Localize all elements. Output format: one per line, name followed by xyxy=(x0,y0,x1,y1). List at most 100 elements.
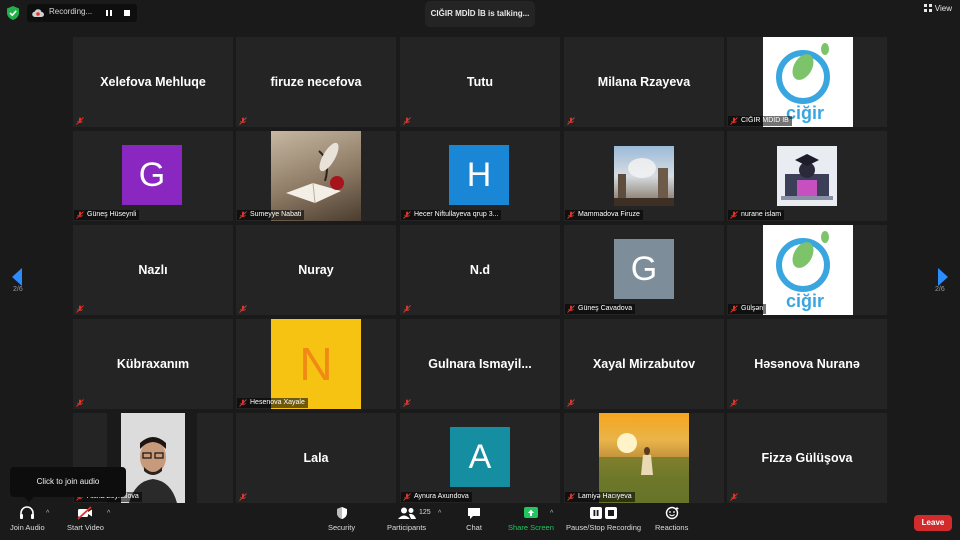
participant-tile[interactable]: A Aynura Axundova xyxy=(400,413,560,503)
muted-mic-icon xyxy=(567,399,575,407)
participants-options-chevron-icon[interactable]: ^ xyxy=(438,510,441,517)
pause-stop-recording-label: Pause/Stop Recording xyxy=(566,523,642,532)
cloud-recording-icon xyxy=(32,9,44,18)
muted-mic-icon xyxy=(76,399,84,407)
participant-name: Nazlı xyxy=(138,263,168,277)
avatar: A xyxy=(450,427,510,487)
participant-label: Gülşən xyxy=(728,304,767,314)
video-options-chevron-icon[interactable]: ^ xyxy=(107,510,110,517)
participant-grid: Xelefova Mehluqe firuze necefova Tutu Mi… xyxy=(73,37,887,503)
participant-tile[interactable]: G Güneş Hüseynli xyxy=(73,131,233,221)
share-options-chevron-icon[interactable]: ^ xyxy=(550,510,553,517)
sunset-field-image xyxy=(599,433,689,503)
muted-mic-icon xyxy=(730,211,738,219)
participant-name: Milana Rzayeva xyxy=(597,75,691,89)
participant-name: Tutu xyxy=(466,75,494,89)
join-audio-tooltip: Click to join audio xyxy=(10,467,126,502)
recording-indicator: Recording... xyxy=(27,4,137,22)
participant-tile[interactable]: Milana Rzayeva xyxy=(564,37,724,127)
view-button[interactable]: View xyxy=(923,4,952,13)
muted-mic-icon xyxy=(239,117,247,125)
security-shield-icon xyxy=(336,507,347,519)
top-bar: Recording... CIĞIR MDİD İB is talking...… xyxy=(0,0,960,28)
muted-mic-icon xyxy=(730,399,738,407)
participant-label: Hecer Niftullayeva qrup 3... xyxy=(401,210,502,220)
participant-label-text: nurane islam xyxy=(741,211,782,218)
view-label: View xyxy=(934,4,952,13)
muted-mic-icon xyxy=(403,211,411,219)
security-label: Security xyxy=(328,523,356,532)
participant-label-text: Hesenova Xayale xyxy=(250,399,305,406)
reactions-button[interactable]: Reactions xyxy=(655,506,688,532)
participants-label: Participants xyxy=(387,523,427,532)
participant-tile[interactable]: G Güneş Cavadova xyxy=(564,225,724,315)
muted-mic-icon xyxy=(567,305,575,313)
start-video-button[interactable]: Start Video xyxy=(67,506,104,532)
participant-name: Lala xyxy=(303,451,329,465)
participant-tile[interactable]: Lamiyə Hacıyeva xyxy=(564,413,724,503)
reactions-smiley-icon xyxy=(665,506,679,520)
profile-photo xyxy=(614,146,674,206)
cigir-logo: ciğir xyxy=(763,225,853,315)
share-screen-button[interactable]: Share Screen xyxy=(508,506,554,532)
join-audio-button[interactable]: Join Audio xyxy=(10,506,45,532)
participant-tile[interactable]: H Hecer Niftullayeva qrup 3... xyxy=(400,131,560,221)
participant-tile[interactable]: nurane islam xyxy=(727,131,887,221)
participant-tile[interactable]: ciğir CIĞIR MDİD İB xyxy=(727,37,887,127)
participant-tile[interactable]: Nazlı xyxy=(73,225,233,315)
participant-tile[interactable]: Tutu xyxy=(400,37,560,127)
participant-tile[interactable]: Sumeyye Nabati xyxy=(236,131,396,221)
svg-text:ciğir: ciğir xyxy=(786,291,824,311)
participants-icon xyxy=(397,507,416,519)
pause-recording-icon[interactable] xyxy=(103,7,115,19)
stop-recording-icon[interactable] xyxy=(121,7,133,19)
participant-tile[interactable]: Kübraxanım xyxy=(73,319,233,409)
participant-label: Hesenova Xayale xyxy=(237,398,308,408)
participant-label: Sumeyye Nabati xyxy=(237,210,305,220)
pause-stop-recording-button[interactable]: Pause/Stop Recording xyxy=(566,506,641,532)
security-button[interactable]: Security xyxy=(328,506,355,532)
leave-button[interactable]: Leave xyxy=(914,515,952,531)
avatar: H xyxy=(449,145,509,205)
page-indicator-left: 2/6 xyxy=(13,286,23,293)
participants-count: 125 xyxy=(419,509,431,516)
participant-tile[interactable]: ciğir Gülşən xyxy=(727,225,887,315)
meeting-toolbar: Join Audio ^ Start Video ^ Security Part… xyxy=(0,504,960,540)
chat-bubble-icon xyxy=(468,508,480,519)
participant-tile[interactable]: Lala xyxy=(236,413,396,503)
audio-options-chevron-icon[interactable]: ^ xyxy=(46,510,49,517)
avatar: G xyxy=(122,145,182,205)
active-speaker-banner: CIĞIR MDİD İB is talking... xyxy=(425,1,535,27)
cigir-logo: ciğir xyxy=(763,37,853,127)
participant-name: firuze necefova xyxy=(270,75,362,89)
participant-label-text: Hecer Niftullayeva qrup 3... xyxy=(414,211,499,218)
participant-tile[interactable]: Xelefova Mehluqe xyxy=(73,37,233,127)
participant-tile[interactable]: firuze necefova xyxy=(236,37,396,127)
profile-photo xyxy=(599,413,689,503)
participant-tile[interactable]: Xayal Mirzabutov xyxy=(564,319,724,409)
participant-tile[interactable]: Həsənova Nuranə xyxy=(727,319,887,409)
participant-name: Fizzə Gülüşova xyxy=(761,451,853,465)
participant-tile[interactable]: Mammadova Firuze xyxy=(564,131,724,221)
shield-check-icon[interactable] xyxy=(7,6,19,20)
start-video-label: Start Video xyxy=(67,523,104,532)
share-screen-label: Share Screen xyxy=(508,523,554,532)
participant-tile[interactable]: N.d xyxy=(400,225,560,315)
muted-mic-icon xyxy=(403,117,411,125)
profile-photo xyxy=(777,146,837,206)
participant-tile[interactable]: Fizzə Gülüşova xyxy=(727,413,887,503)
chat-button[interactable]: Chat xyxy=(465,506,483,532)
recording-label: Recording... xyxy=(49,7,93,16)
participant-tile[interactable]: N Hesenova Xayale xyxy=(236,319,396,409)
participant-tile[interactable]: Nuray xyxy=(236,225,396,315)
book-rose-image xyxy=(286,142,344,204)
muted-mic-icon xyxy=(239,493,247,501)
participant-tile[interactable]: Gulnara Ismayil... xyxy=(400,319,560,409)
participant-name: Xayal Mirzabutov xyxy=(592,357,696,371)
participant-label: Güneş Cavadova xyxy=(565,304,636,314)
grid-view-icon xyxy=(923,4,932,12)
participant-name: Həsənova Nuranə xyxy=(754,357,860,371)
muted-mic-icon xyxy=(730,305,738,313)
muted-mic-icon xyxy=(239,399,247,407)
muted-mic-icon xyxy=(730,117,738,125)
